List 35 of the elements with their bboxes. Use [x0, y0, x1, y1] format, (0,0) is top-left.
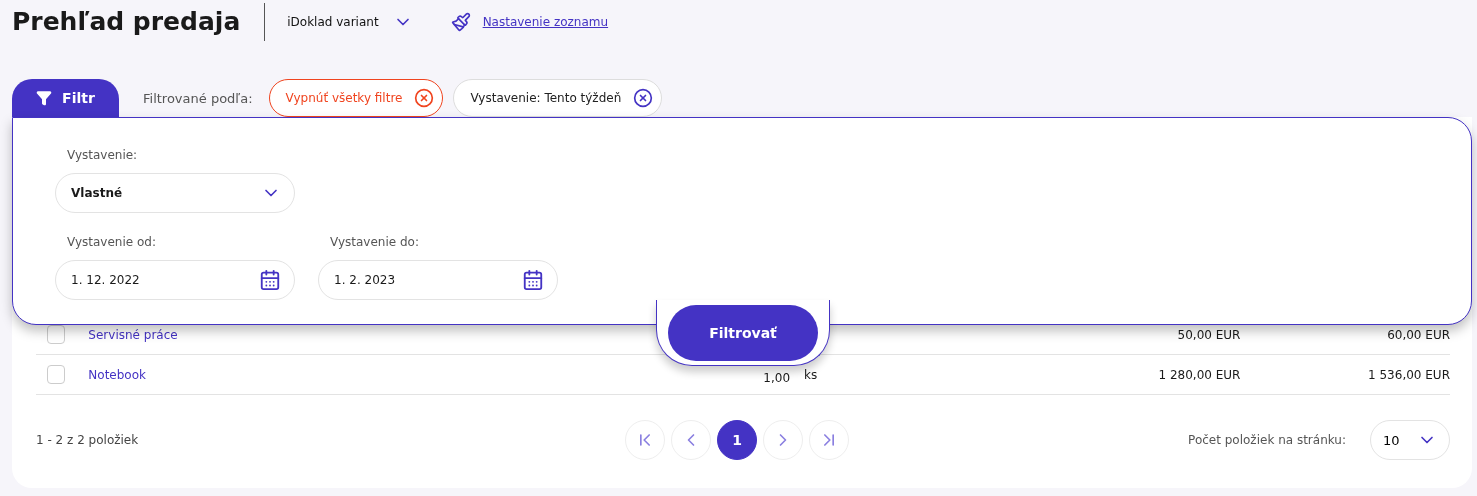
page-title: Prehľad predaja: [12, 3, 266, 41]
filter-tab[interactable]: Filtr: [12, 79, 119, 117]
item-link[interactable]: Notebook: [88, 367, 146, 382]
row-checkbox[interactable]: [47, 325, 66, 344]
list-settings-link[interactable]: Nastavenie zoznamu: [482, 15, 609, 29]
first-page-button[interactable]: [625, 420, 665, 460]
last-page-button[interactable]: [809, 420, 849, 460]
close-icon: [633, 88, 654, 108]
field-label: Vystavenie:: [67, 148, 139, 164]
price-cell-text: 1 280,00 EUR: [1157, 367, 1241, 382]
quantity-cell-text: 1,00: [762, 371, 791, 384]
page-button[interactable]: 1: [717, 420, 757, 460]
filter-button[interactable]: Filtrovať: [668, 305, 818, 361]
per-page-label: Počet položiek na stránku:: [1188, 433, 1346, 447]
item-link[interactable]: Servisné práce: [88, 327, 178, 342]
per-page-select[interactable]: 10: [1370, 420, 1450, 460]
close-icon: [414, 88, 435, 108]
next-page-button[interactable]: [763, 420, 803, 460]
row-checkbox[interactable]: [47, 365, 66, 384]
unit-cell-text: ks: [803, 367, 819, 382]
variant-dropdown[interactable]: iDoklad variant: [287, 12, 413, 32]
price-cell-text: 50,00 EUR: [1176, 327, 1241, 342]
total-cell-text: 1 536,00 EUR: [1367, 367, 1450, 382]
clear-filters-chip[interactable]: Vypnúť všetky filtre: [268, 79, 444, 117]
calendar-icon: [522, 269, 544, 291]
previous-page-button[interactable]: [671, 420, 711, 460]
paintbrush-icon: [450, 12, 471, 32]
field-label: Vystavenie do:: [330, 235, 420, 251]
filter-chip[interactable]: Vystavenie: Tento týždeň: [453, 79, 663, 117]
filter-icon: [36, 90, 53, 106]
filtered-by-label: Filtrované podľa:: [143, 90, 253, 106]
total-cell-text: 60,00 EUR: [1386, 327, 1450, 342]
calendar-icon: [259, 269, 281, 291]
field-label: Vystavenie od:: [67, 235, 157, 251]
items-summary: 1 - 2 z 2 položiek: [36, 433, 140, 447]
